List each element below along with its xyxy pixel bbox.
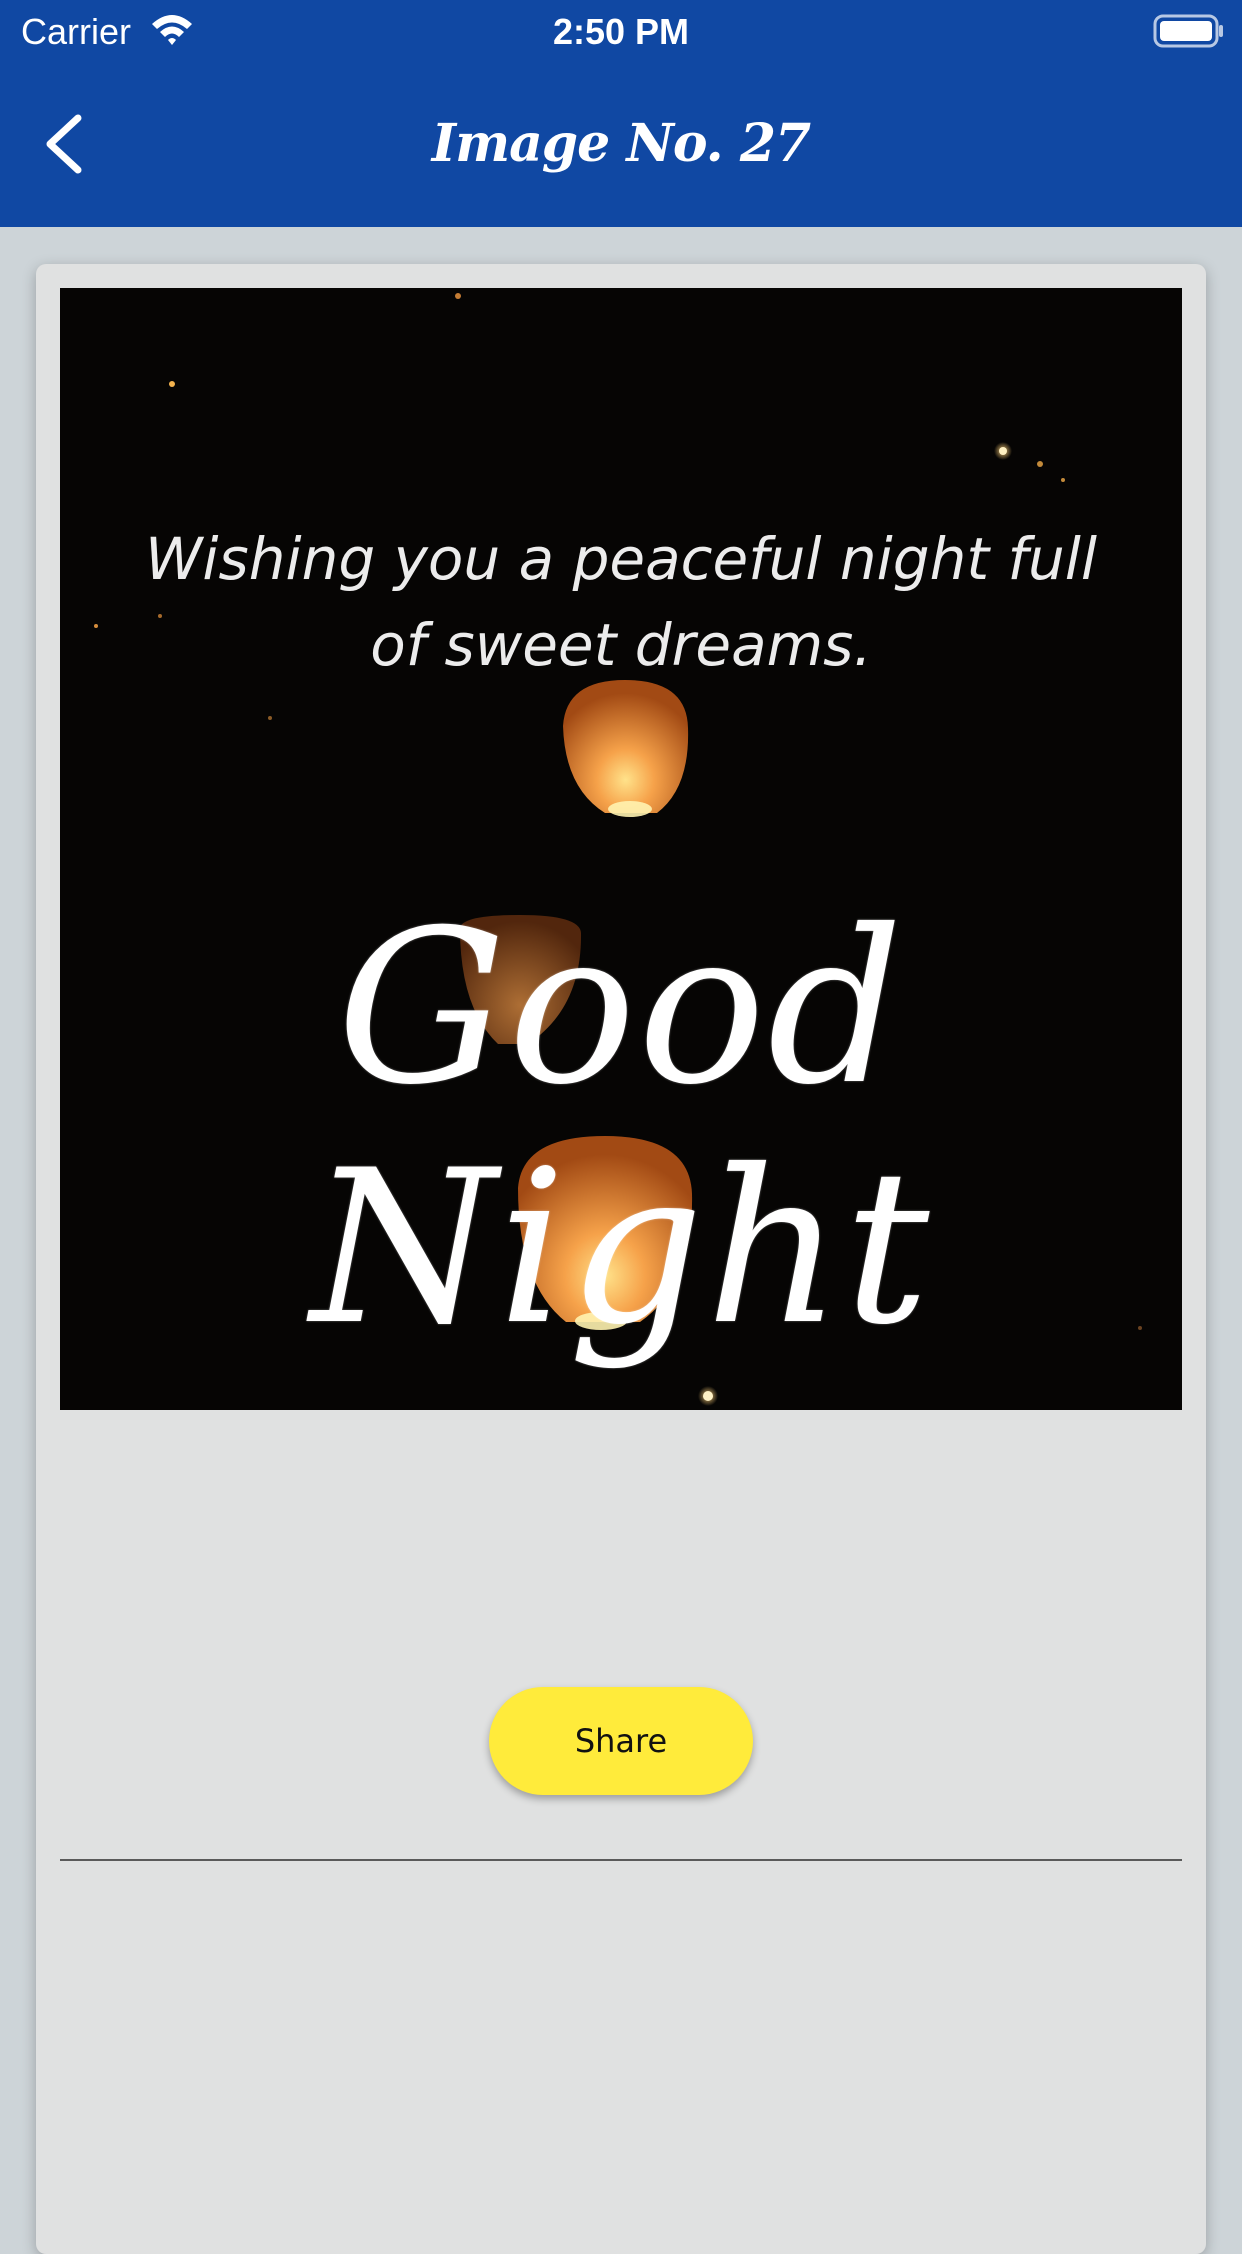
header-bar: Carrier 2:50 PM Image No. 27 bbox=[0, 0, 1242, 227]
clock-time: 2:50 PM bbox=[552, 11, 690, 52]
image-card: Wishing you a peaceful night full of swe… bbox=[36, 264, 1206, 2254]
battery-icon bbox=[1153, 14, 1223, 48]
good-night-headline: Good Night bbox=[310, 884, 932, 1371]
share-button[interactable]: Share bbox=[489, 1687, 753, 1795]
good-night-image: Wishing you a peaceful night full of swe… bbox=[60, 288, 1182, 1410]
page-title: Image No. 27 bbox=[431, 113, 811, 174]
wish-message: Wishing you a peaceful night full of swe… bbox=[145, 525, 1097, 679]
status-bar: Carrier 2:50 PM bbox=[0, 0, 1242, 66]
divider bbox=[60, 1859, 1182, 1861]
